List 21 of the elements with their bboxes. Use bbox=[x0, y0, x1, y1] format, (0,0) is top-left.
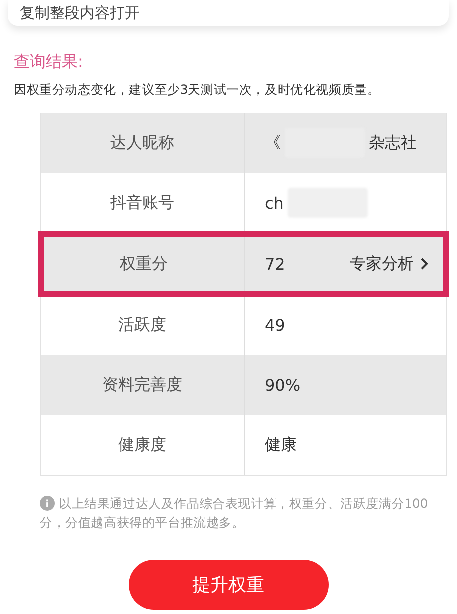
row-label: 活跃度 bbox=[118, 314, 166, 336]
section-title: 查询结果: bbox=[14, 52, 84, 73]
expert-analysis-link[interactable]: 专家分析 bbox=[350, 254, 429, 274]
hint-text: 因权重分动态变化，建议至少3天测试一次，及时优化视频质量。 bbox=[14, 82, 380, 99]
chevron-right-icon bbox=[420, 257, 429, 271]
row-value: 健康 bbox=[265, 434, 297, 456]
row-value: 《 bbox=[265, 132, 281, 154]
row-value: 90% bbox=[265, 376, 301, 394]
row-label: 权重分 bbox=[120, 254, 168, 274]
info-icon bbox=[40, 496, 55, 511]
row-label: 资料完善度 bbox=[102, 374, 182, 396]
row-label: 达人昵称 bbox=[110, 132, 174, 154]
row-value: 72 bbox=[265, 254, 286, 274]
note-text: 以上结果通过达人及作品综合表现计算，权重分、活跃度满分100分，分值越高获得的平台推流越多。 bbox=[40, 495, 430, 532]
row-value: 杂志社 bbox=[369, 132, 417, 154]
row-label: 抖音账号 bbox=[110, 192, 174, 214]
row-label: 健康度 bbox=[118, 434, 166, 456]
boost-weight-button[interactable]: 提升权重 bbox=[128, 560, 328, 610]
row-value: 49 bbox=[265, 316, 286, 334]
row-value: ch bbox=[265, 194, 284, 212]
share-text-card[interactable]: 复制整段内容打开 bbox=[8, 0, 449, 26]
